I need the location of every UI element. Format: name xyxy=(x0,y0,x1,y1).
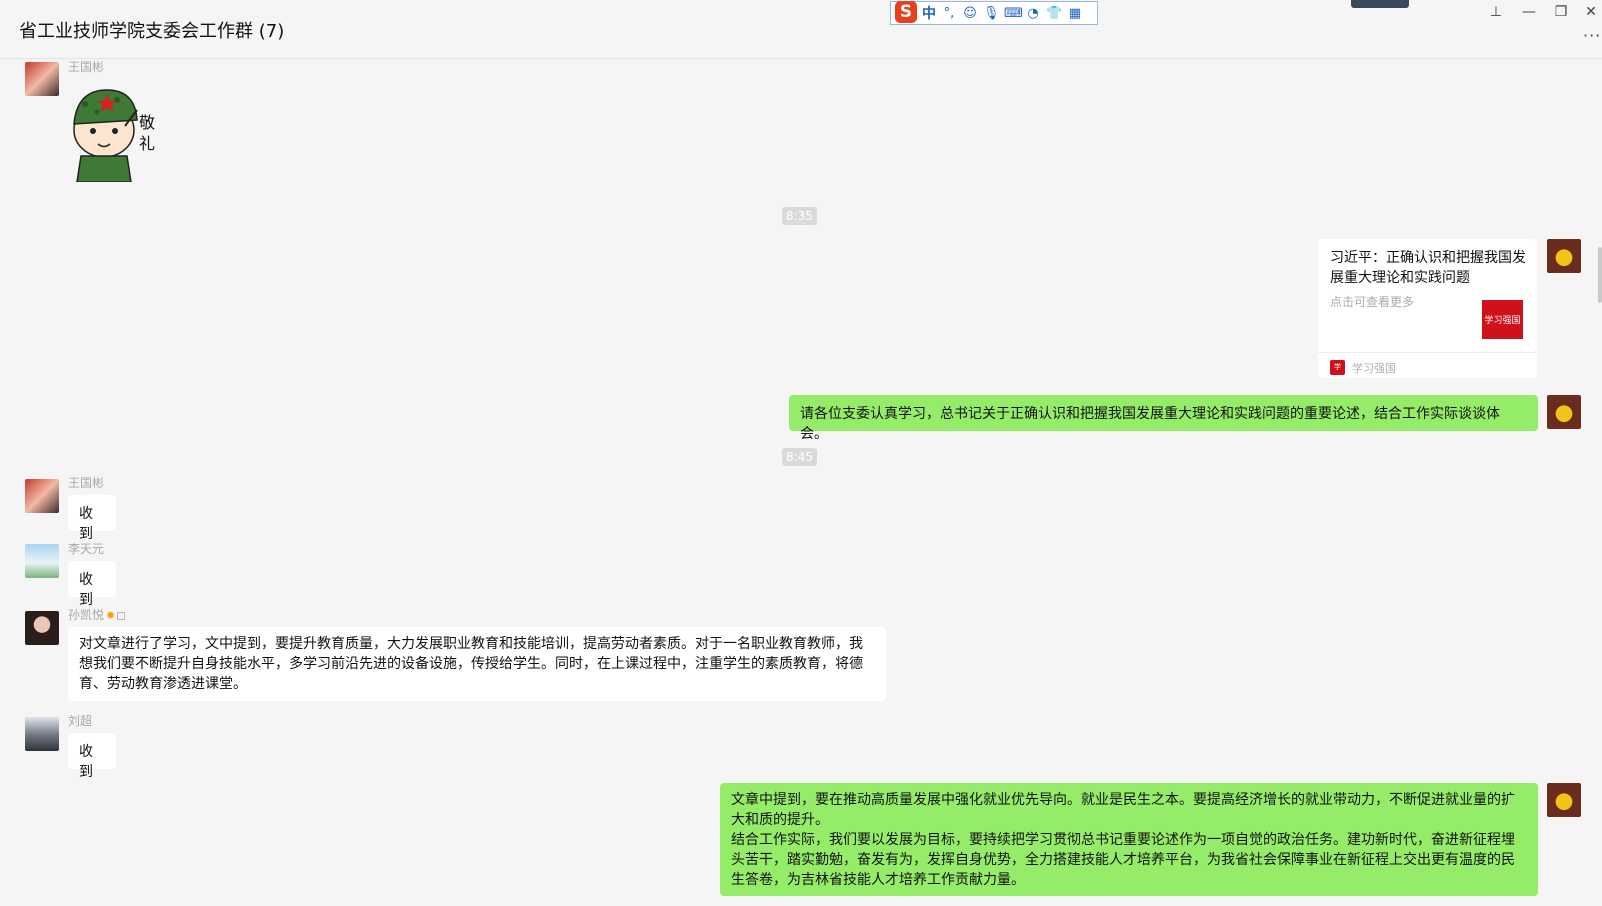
avatar-self[interactable] xyxy=(1547,239,1581,273)
screen-capture-tab[interactable] xyxy=(1351,0,1409,8)
punctuation-icon[interactable]: °, xyxy=(941,6,957,21)
sender-name: 孙凯悦 ✹ xyxy=(68,606,126,623)
toolbox-icon[interactable]: ▦ xyxy=(1067,6,1083,21)
avatar-self[interactable] xyxy=(1547,395,1581,429)
sender-name: 王国彬 xyxy=(68,476,105,490)
message-bubble[interactable]: 收到 xyxy=(68,733,116,780)
voice-input-icon[interactable]: ◔ xyxy=(1025,6,1041,21)
article-card[interactable]: 习近平：正确认识和把握我国发展重大理论和实践问题 点击可查看更多 学习强国 学 … xyxy=(1318,239,1537,378)
avatar[interactable] xyxy=(25,479,59,513)
xuexi-logo-icon: 学 xyxy=(1330,360,1345,375)
message-bubble-self[interactable]: 请各位支委认真学习，总书记关于正确认识和把握我国发展重大理论和实践问题的重要论述… xyxy=(789,395,1538,442)
card-title: 习近平：正确认识和把握我国发展重大理论和实践问题 xyxy=(1330,250,1526,286)
skin-icon[interactable]: 👕 xyxy=(1046,6,1062,21)
title-bar: 省工业技师学院支委会工作群 (7) S 中 °, ☺ 🎙 ⌨ ◔ 👕 ▦ ⊥ —… xyxy=(0,0,1602,59)
more-options-button[interactable]: ··· xyxy=(1583,26,1601,45)
card-description: 点击可查看更多 xyxy=(1330,295,1415,309)
sender-name: 刘超 xyxy=(68,714,93,728)
avatar-self[interactable] xyxy=(1547,783,1581,817)
card-divider xyxy=(1318,352,1537,353)
message-bubble-self[interactable]: 文章中提到，要在推动高质量发展中强化就业优先导向。就业是民生之本。要提高经济增长… xyxy=(720,783,1538,896)
message-bubble[interactable]: 对文章进行了学习，文中提到，要提升教育质量，大力发展职业教育和技能培训，提高劳动… xyxy=(68,627,886,701)
timestamp: 8:35 xyxy=(782,207,817,225)
emoji-icon[interactable]: ☺ xyxy=(962,6,978,21)
mic-icon[interactable]: 🎙 xyxy=(983,6,1000,21)
keyboard-icon[interactable]: ⌨ xyxy=(1004,6,1023,21)
scrollbar-thumb[interactable] xyxy=(1598,247,1602,303)
message-bubble[interactable]: 收到 xyxy=(68,561,116,608)
minimize-button[interactable]: — xyxy=(1516,2,1542,22)
chat-title: 省工业技师学院支委会工作群 (7) xyxy=(19,21,285,42)
avatar[interactable] xyxy=(25,717,59,751)
ime-mode-toggle[interactable]: 中 xyxy=(922,3,936,23)
timestamp: 8:45 xyxy=(782,448,817,466)
sogou-logo-icon[interactable]: S xyxy=(895,1,917,23)
avatar[interactable] xyxy=(25,611,59,645)
sender-name: 李天元 xyxy=(68,542,105,556)
card-source: 学习强国 xyxy=(1352,362,1396,375)
close-button[interactable]: ✕ xyxy=(1578,2,1602,22)
message-paragraph: 结合工作实际，我们要以发展为目标，要持续把学习贯彻总书记重要论述作为一项自觉的政… xyxy=(731,832,1515,888)
sender-name: 王国彬 xyxy=(68,60,105,74)
salute-sticker[interactable]: 敬礼 xyxy=(67,86,166,183)
message-bubble[interactable]: 收到 xyxy=(68,495,116,542)
sender-name-text: 孙凯悦 xyxy=(68,608,105,622)
sun-badge-icon: ✹ xyxy=(106,609,116,622)
sticker-caption: 敬礼 xyxy=(139,113,156,153)
card-thumbnail: 学习强国 xyxy=(1482,300,1523,339)
avatar[interactable] xyxy=(25,544,59,578)
ime-toolbar[interactable]: S 中 °, ☺ 🎙 ⌨ ◔ 👕 ▦ xyxy=(890,1,1098,25)
message-paragraph: 文章中提到，要在推动高质量发展中强化就业优先导向。就业是民生之本。要提高经济增长… xyxy=(731,792,1515,828)
pin-button[interactable]: ⊥ xyxy=(1483,2,1509,22)
restore-button[interactable]: ❐ xyxy=(1548,2,1574,22)
device-badge-icon xyxy=(117,611,126,620)
avatar[interactable] xyxy=(25,62,59,96)
